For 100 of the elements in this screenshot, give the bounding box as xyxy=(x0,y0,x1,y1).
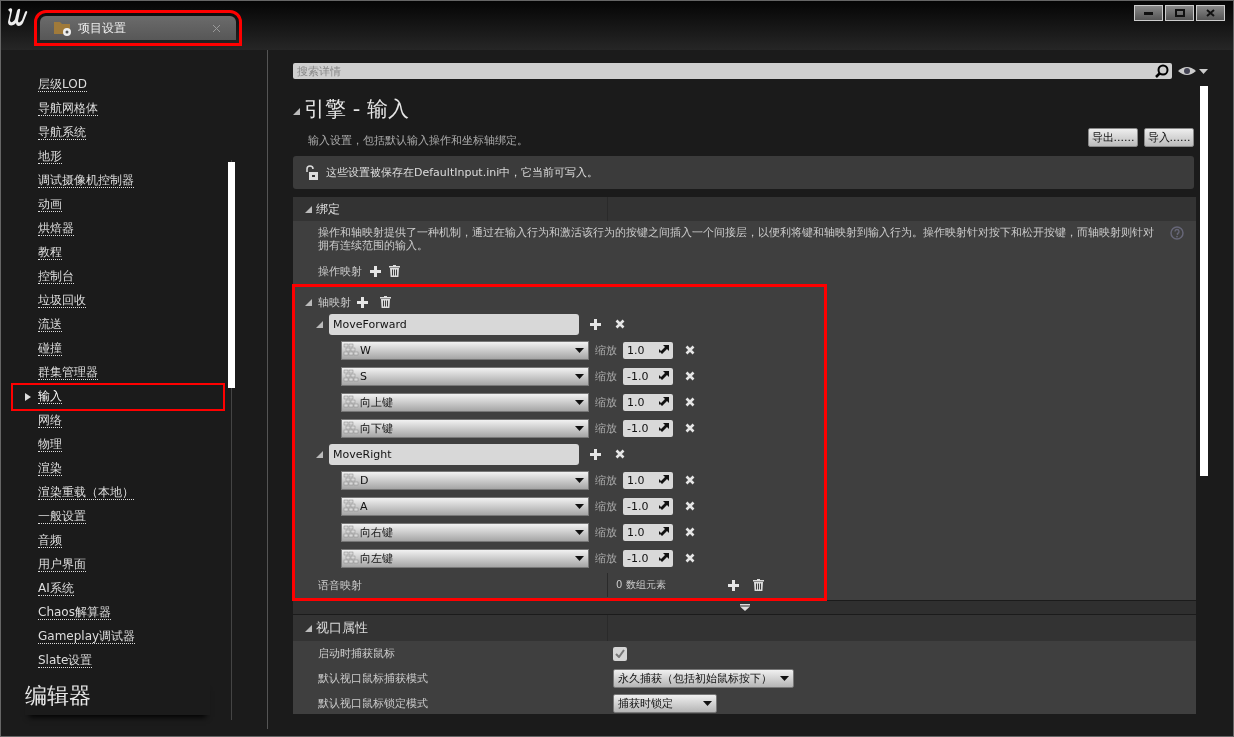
key-dropdown[interactable]: 向左键 xyxy=(341,548,589,568)
scale-field[interactable]: -1.0 xyxy=(623,367,673,385)
sidebar-item[interactable]: 一般设置 xyxy=(13,505,223,529)
scale-field[interactable]: 1.0 xyxy=(623,393,673,411)
collapse-arrow-icon[interactable] xyxy=(305,298,312,306)
sidebar-item[interactable]: 输入 xyxy=(13,385,223,409)
mapping-label: 轴映射 xyxy=(318,294,351,310)
import-button[interactable]: 导入...... xyxy=(1144,128,1194,147)
caret-icon xyxy=(575,373,584,379)
keyboard-icon xyxy=(343,421,359,435)
caret-icon xyxy=(575,399,584,405)
remove-icon[interactable] xyxy=(685,345,695,355)
sidebar-item[interactable]: 物理 xyxy=(13,433,223,457)
scale-field[interactable]: 1.0 xyxy=(623,523,673,541)
scrollbar-thumb[interactable] xyxy=(228,162,235,388)
sidebar-item[interactable]: 流送 xyxy=(13,313,223,337)
trash-icon[interactable] xyxy=(389,265,400,277)
sidebar-item[interactable]: AI系统 xyxy=(13,577,223,601)
sidebar-item[interactable]: 调试摄像机控制器 xyxy=(13,169,223,193)
maximize-icon xyxy=(1174,9,1185,17)
visibility-filter-button[interactable] xyxy=(1178,66,1208,76)
remove-icon[interactable] xyxy=(685,527,695,537)
minimize-button[interactable] xyxy=(1134,5,1163,21)
close-icon xyxy=(1206,9,1215,17)
axis-name-field[interactable]: MoveForward xyxy=(329,313,579,335)
add-icon[interactable] xyxy=(370,265,381,277)
checkbox[interactable] xyxy=(613,646,627,661)
add-icon[interactable] xyxy=(357,296,368,308)
minimize-icon xyxy=(1144,11,1153,15)
search-icon[interactable] xyxy=(1155,64,1169,78)
trash-icon[interactable] xyxy=(380,296,391,308)
sidebar-item[interactable]: 层级LOD xyxy=(13,73,223,97)
sidebar-item[interactable]: 渲染重载（本地） xyxy=(13,481,223,505)
scale-label: 缩放 xyxy=(595,420,617,436)
keyboard-icon xyxy=(343,369,359,383)
scale-field[interactable]: -1.0 xyxy=(623,497,673,515)
property-label: 默认视口鼠标捕获模式 xyxy=(318,671,428,686)
remove-icon[interactable] xyxy=(685,423,695,433)
remove-icon[interactable] xyxy=(685,501,695,511)
caret-icon xyxy=(575,529,584,535)
caret-icon xyxy=(703,701,712,706)
remove-icon[interactable] xyxy=(615,449,625,459)
collapse-arrow-icon[interactable] xyxy=(293,108,300,115)
search-field[interactable]: 搜索详情 xyxy=(293,63,1172,79)
scale-field[interactable]: 1.0 xyxy=(623,341,673,359)
sidebar-item[interactable]: 垃圾回收 xyxy=(13,289,223,313)
key-dropdown[interactable]: 向右键 xyxy=(341,522,589,542)
remove-icon[interactable] xyxy=(615,319,625,329)
sidebar-item[interactable]: 音频 xyxy=(13,529,223,553)
trash-icon[interactable] xyxy=(753,579,764,591)
key-dropdown[interactable]: A xyxy=(341,496,589,516)
sidebar-item[interactable]: 烘焙器 xyxy=(13,217,223,241)
dropdown[interactable]: 永久捕获（包括初始鼠标按下） xyxy=(613,669,794,688)
key-dropdown[interactable]: W xyxy=(341,340,589,360)
scale-field[interactable]: -1.0 xyxy=(623,419,673,437)
key-dropdown[interactable]: 向上键 xyxy=(341,392,589,412)
scale-field[interactable]: 1.0 xyxy=(623,471,673,489)
export-button[interactable]: 导出...... xyxy=(1088,128,1138,147)
sidebar-item[interactable]: 动画 xyxy=(13,193,223,217)
remove-icon[interactable] xyxy=(685,397,695,407)
notice-text: 这些设置被保存在DefaultInput.ini中，它当前可写入。 xyxy=(326,165,599,180)
scale-field[interactable]: -1.0 xyxy=(623,549,673,567)
tab-title: 项目设置 xyxy=(78,19,126,37)
add-icon[interactable] xyxy=(590,318,601,330)
sidebar-item[interactable]: 群集管理器 xyxy=(13,361,223,385)
key-dropdown[interactable]: D xyxy=(341,470,589,490)
scale-label: 缩放 xyxy=(595,524,617,540)
sidebar-item[interactable]: 地形 xyxy=(13,145,223,169)
remove-icon[interactable] xyxy=(685,475,695,485)
sidebar-item[interactable]: 用户界面 xyxy=(13,553,223,577)
key-dropdown[interactable]: S xyxy=(341,366,589,386)
sidebar-item[interactable]: Chaos解算器 xyxy=(13,601,223,625)
collapse-arrow-icon[interactable] xyxy=(305,624,312,632)
page-title: 引擎 - 输入 xyxy=(304,96,409,123)
selected-arrow-icon xyxy=(25,393,31,401)
sidebar-item[interactable]: 控制台 xyxy=(13,265,223,289)
axis-name-field[interactable]: MoveRight xyxy=(329,443,579,465)
maximize-button[interactable] xyxy=(1165,5,1194,21)
section-title: 绑定 xyxy=(316,200,340,218)
close-button[interactable] xyxy=(1196,5,1225,21)
add-icon[interactable] xyxy=(590,448,601,460)
sidebar-item[interactable]: 教程 xyxy=(13,241,223,265)
sidebar-item[interactable]: 网络 xyxy=(13,409,223,433)
remove-icon[interactable] xyxy=(685,371,695,381)
remove-icon[interactable] xyxy=(685,553,695,563)
collapse-arrow-icon[interactable] xyxy=(305,205,312,213)
collapse-arrow-icon[interactable] xyxy=(316,320,323,328)
sidebar-item[interactable]: 导航网格体 xyxy=(13,97,223,121)
expand-arrow-icon[interactable] xyxy=(739,604,750,611)
sidebar-item[interactable]: 导航系统 xyxy=(13,121,223,145)
collapse-arrow-icon[interactable] xyxy=(316,450,323,458)
scrollbar-thumb[interactable] xyxy=(1200,86,1208,476)
key-dropdown[interactable]: 向下键 xyxy=(341,418,589,438)
sidebar-item[interactable]: 碰撞 xyxy=(13,337,223,361)
dropdown[interactable]: 捕获时锁定 xyxy=(613,694,717,713)
sidebar-item[interactable]: Gameplay调试器 xyxy=(13,625,223,649)
add-icon[interactable] xyxy=(728,579,739,591)
sidebar-item[interactable]: 渲染 xyxy=(13,457,223,481)
section-title: 视口属性 xyxy=(316,619,368,637)
sidebar-item[interactable]: Slate设置 xyxy=(13,649,223,673)
